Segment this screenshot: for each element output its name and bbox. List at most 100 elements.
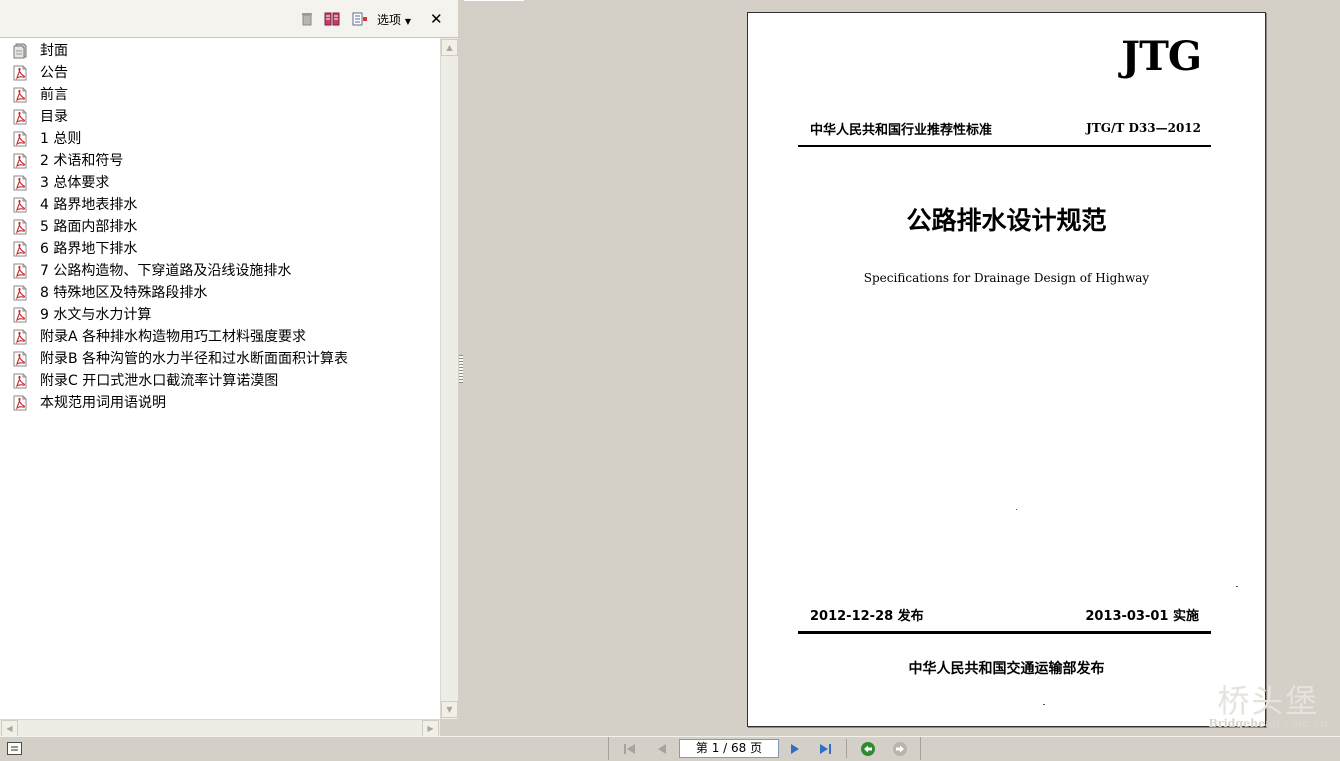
vertical-scrollbar[interactable]: ▲ ▼	[440, 38, 458, 719]
bookmark-item[interactable]: 附录C 开口式泄水口截流率计算诺漠图	[0, 370, 440, 392]
standard-logo: JTG	[1121, 33, 1202, 80]
bookmark-item[interactable]: 附录B 各种沟管的水力半径和过水断面面积计算表	[0, 348, 440, 370]
last-page-icon[interactable]	[817, 741, 833, 757]
horizontal-scrollbar[interactable]: ◀ ▶	[0, 719, 440, 737]
bookmark-item[interactable]: 5 路面内部排水	[0, 216, 440, 238]
bookmark-item[interactable]: 9 水文与水力计算	[0, 304, 440, 326]
bookmark-label: 目录	[40, 109, 68, 125]
pdf-icon	[12, 263, 34, 279]
pdf-icon	[12, 219, 34, 235]
next-page-icon[interactable]	[787, 741, 803, 757]
bookmark-label: 封面	[40, 43, 68, 59]
publisher: 中华人民共和国交通运输部发布	[908, 661, 1105, 677]
bookmark-item[interactable]: 公告	[0, 62, 440, 84]
scroll-right-button[interactable]: ▶	[422, 720, 439, 737]
bookmark-label: 2 术语和符号	[40, 153, 124, 169]
document-subtitle: Specifications for Drainage Design of Hi…	[863, 271, 1150, 285]
bookmarks-toolbar: 选项 ▼ ✕	[0, 0, 458, 38]
bookmark-item[interactable]: 封面	[0, 40, 440, 62]
standard-code: JTG/T D33—2012	[1086, 121, 1201, 135]
page-navigation: 第 1 / 68 页	[608, 737, 921, 760]
document-title: 公路排水设计规范	[906, 206, 1107, 235]
pdf-icon	[12, 395, 34, 411]
bookmark-label: 9 水文与水力计算	[40, 307, 152, 323]
bookmark-item[interactable]: 本规范用词用语说明	[0, 392, 440, 414]
watermark-text: 桥头堡	[1217, 682, 1320, 720]
bookmark-item[interactable]: 附录A 各种排水构造物用巧工材料强度要求	[0, 326, 440, 348]
bookmark-item[interactable]: 8 特殊地区及特殊路段排水	[0, 282, 440, 304]
bookmark-label: 1 总则	[40, 131, 82, 147]
bookmarks-panel: 选项 ▼ ✕ 封面公告前言目录 1 总则 2 术语和符号 3 总体要求 4 路界地表排水…	[0, 0, 459, 737]
pdf-icon	[12, 373, 34, 389]
bookmark-label: 4 路界地表排水	[40, 197, 138, 213]
new-bookmark-icon[interactable]	[352, 12, 367, 26]
first-page-icon[interactable]	[622, 741, 638, 757]
go-forward-icon[interactable]	[892, 741, 908, 757]
watermark-url: Bridgehead.com.cn	[1208, 717, 1329, 730]
bookmark-item[interactable]: 3 总体要求	[0, 172, 440, 194]
options-label: 选项	[377, 13, 402, 27]
page-icon	[12, 43, 34, 59]
bookmark-item[interactable]: 6 路界地下排水	[0, 238, 440, 260]
pdf-icon	[12, 351, 34, 367]
previous-page-icon[interactable]	[654, 741, 670, 757]
bookmark-label: 5 路面内部排水	[40, 219, 138, 235]
release-date: 2012-12-28 发布	[810, 609, 924, 624]
scan-speck	[1236, 586, 1238, 587]
pdf-icon	[12, 65, 34, 81]
pdf-icon	[12, 197, 34, 213]
top-rule	[798, 145, 1211, 147]
toolbar-separator	[920, 737, 921, 760]
scroll-down-button[interactable]: ▼	[441, 701, 458, 718]
bookmark-item[interactable]: 1 总则	[0, 128, 440, 150]
bottom-rule	[798, 631, 1211, 634]
document-view[interactable]: JTG 中华人民共和国行业推荐性标准 JTG/T D33—2012 公路排水设计…	[464, 0, 1340, 736]
bookmark-item[interactable]: 7 公路构造物、下穿道路及沿线设施排水	[0, 260, 440, 282]
scan-speck	[1043, 704, 1045, 705]
bookmark-item[interactable]: 目录	[0, 106, 440, 128]
pdf-icon	[12, 175, 34, 191]
pdf-icon	[12, 109, 34, 125]
pdf-icon	[12, 307, 34, 323]
standard-category: 中华人民共和国行业推荐性标准	[810, 123, 993, 138]
pdf-icon	[12, 285, 34, 301]
bookmark-item[interactable]: 4 路界地表排水	[0, 194, 440, 216]
bookmark-tree: 封面公告前言目录 1 总则 2 术语和符号 3 总体要求 4 路界地表排水 5 路面内部排…	[0, 38, 440, 719]
bookmark-label: 7 公路构造物、下穿道路及沿线设施排水	[40, 263, 292, 279]
pdf-icon	[12, 87, 34, 103]
pdf-icon	[12, 329, 34, 345]
panel-toggle-icon[interactable]	[7, 742, 22, 755]
close-panel-button[interactable]: ✕	[430, 10, 443, 28]
options-menu-button[interactable]: 选项 ▼	[377, 12, 411, 30]
bookmark-label: 附录C 开口式泄水口截流率计算诺漠图	[40, 373, 279, 389]
go-back-icon[interactable]	[860, 741, 876, 757]
bookmark-label: 附录B 各种沟管的水力半径和过水断面面积计算表	[40, 351, 349, 367]
caret-down-icon: ▼	[404, 17, 411, 26]
bookmark-label: 3 总体要求	[40, 175, 110, 191]
bookmark-label: 8 特殊地区及特殊路段排水	[40, 285, 208, 301]
bookmark-label: 公告	[40, 65, 68, 81]
view-edge	[464, 0, 524, 1]
trash-icon[interactable]	[300, 12, 314, 26]
page-number-field[interactable]: 第 1 / 68 页	[679, 739, 779, 758]
splitter-grip-icon[interactable]	[459, 355, 463, 383]
bookmark-list: 封面公告前言目录 1 总则 2 术语和符号 3 总体要求 4 路界地表排水 5 路面内部排…	[0, 38, 440, 414]
bookmark-label: 6 路界地下排水	[40, 241, 138, 257]
pdf-icon	[12, 241, 34, 257]
status-bar: 第 1 / 68 页	[0, 736, 1340, 760]
bookmark-label: 前言	[40, 87, 68, 103]
effective-date: 2013-03-01 实施	[1085, 609, 1199, 624]
scroll-up-button[interactable]: ▲	[441, 39, 458, 56]
pdf-page[interactable]: JTG 中华人民共和国行业推荐性标准 JTG/T D33—2012 公路排水设计…	[747, 12, 1266, 727]
pdf-icon	[12, 153, 34, 169]
bookmark-label: 本规范用词用语说明	[40, 395, 166, 411]
scan-speck	[1016, 509, 1017, 510]
toolbar-separator	[846, 739, 847, 758]
pdf-icon	[12, 131, 34, 147]
bookmark-item[interactable]: 前言	[0, 84, 440, 106]
bookmark-label: 附录A 各种排水构造物用巧工材料强度要求	[40, 329, 307, 345]
watermark: 桥头堡 Bridgehead.com.cn	[1209, 685, 1329, 730]
bookmark-item[interactable]: 2 术语和符号	[0, 150, 440, 172]
book-icon[interactable]	[324, 12, 340, 26]
scroll-left-button[interactable]: ◀	[1, 720, 18, 737]
